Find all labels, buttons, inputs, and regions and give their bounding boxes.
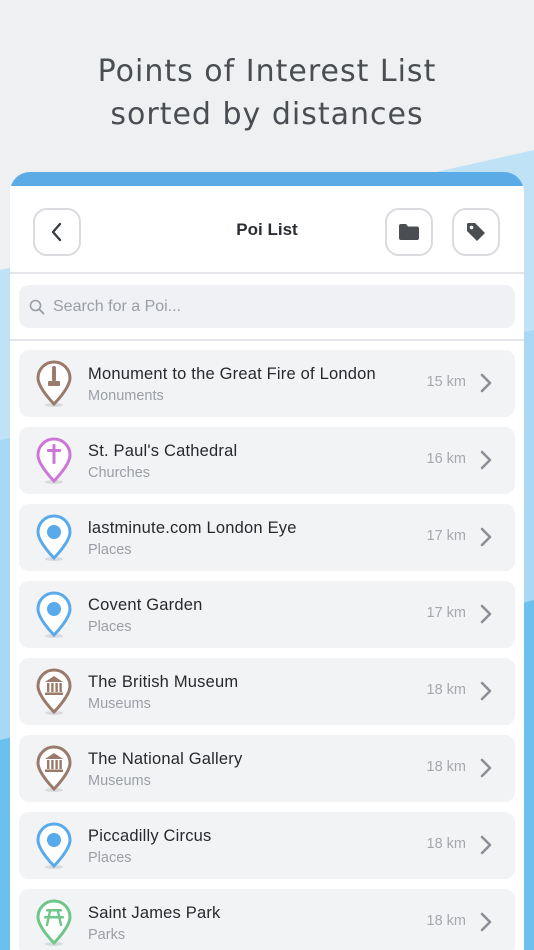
poi-category: Places xyxy=(88,542,132,558)
poi-category: Museums xyxy=(88,696,151,712)
tag-button[interactable] xyxy=(452,208,500,256)
poi-list-item[interactable]: Piccadilly Circus Places 18 km xyxy=(19,812,515,879)
poi-name: lastminute.com London Eye xyxy=(88,519,297,537)
museum-pin-icon xyxy=(36,745,72,792)
status-bar-accent xyxy=(10,172,524,186)
folder-button[interactable] xyxy=(385,208,433,256)
picnic-table-pin-icon xyxy=(36,899,72,946)
back-button[interactable] xyxy=(33,208,81,256)
page-title: Poi List xyxy=(236,220,298,239)
chevron-right-icon xyxy=(480,373,492,393)
place-dot-pin-icon xyxy=(36,822,72,869)
search-input[interactable] xyxy=(53,297,493,316)
chevron-right-icon xyxy=(480,835,492,855)
poi-name: The British Museum xyxy=(88,673,239,691)
cross-pin-icon xyxy=(36,437,72,484)
poi-list: Monument to the Great Fire of London Mon… xyxy=(10,341,524,950)
poi-list-item[interactable]: The British Museum Museums 18 km xyxy=(19,658,515,725)
poi-category: Churches xyxy=(88,465,151,481)
poi-category: Places xyxy=(88,850,132,866)
poi-list-item[interactable]: The National Gallery Museums 18 km xyxy=(19,735,515,802)
poi-category: Parks xyxy=(88,927,126,943)
place-dot-pin-icon xyxy=(36,591,72,638)
search-bar[interactable] xyxy=(19,285,515,328)
poi-distance: 17 km xyxy=(426,528,467,544)
poi-category: Museums xyxy=(88,773,151,789)
poi-distance: 16 km xyxy=(426,451,467,467)
chevron-right-icon xyxy=(480,912,492,932)
chevron-right-icon xyxy=(480,527,492,547)
phone-frame: Poi List Monument to the Gr xyxy=(10,172,524,950)
chevron-right-icon xyxy=(480,681,492,701)
tag-icon xyxy=(467,223,485,241)
chevron-right-icon xyxy=(480,450,492,470)
poi-name: St. Paul's Cathedral xyxy=(88,442,238,460)
poi-distance: 15 km xyxy=(426,374,467,390)
poi-name: Covent Garden xyxy=(88,596,203,614)
poi-distance: 18 km xyxy=(426,836,467,852)
poi-list-item[interactable]: Saint James Park Parks 18 km xyxy=(19,889,515,950)
chevron-right-icon xyxy=(480,758,492,778)
navbar: Poi List xyxy=(10,186,524,274)
folder-icon xyxy=(399,224,419,240)
poi-distance: 18 km xyxy=(426,913,467,929)
search-icon xyxy=(29,299,45,314)
poi-list-item[interactable]: Covent Garden Places 17 km xyxy=(19,581,515,648)
search-section xyxy=(10,274,524,341)
poi-list-item[interactable]: lastminute.com London Eye Places 17 km xyxy=(19,504,515,571)
poi-list-item[interactable]: Monument to the Great Fire of London Mon… xyxy=(19,350,515,417)
chevron-right-icon xyxy=(480,604,492,624)
poi-name: The National Gallery xyxy=(88,750,243,768)
museum-pin-icon xyxy=(36,668,72,715)
poi-category: Monuments xyxy=(88,388,164,404)
headline-line-1: Points of Interest List xyxy=(97,54,437,89)
poi-name: Saint James Park xyxy=(88,904,221,922)
headline-line-2: sorted by distances xyxy=(110,97,424,132)
poi-list-item[interactable]: St. Paul's Cathedral Churches 16 km xyxy=(19,427,515,494)
monument-pin-icon xyxy=(36,360,72,407)
poi-category: Places xyxy=(88,619,132,635)
page-headline: Points of Interest List sorted by distan… xyxy=(0,50,534,136)
poi-distance: 18 km xyxy=(426,759,467,775)
poi-name: Piccadilly Circus xyxy=(88,827,212,845)
poi-name: Monument to the Great Fire of London xyxy=(88,365,376,383)
poi-distance: 18 km xyxy=(426,682,467,698)
place-dot-pin-icon xyxy=(36,514,72,561)
place-dot-icon xyxy=(47,525,61,539)
place-dot-icon xyxy=(47,602,61,616)
chevron-left-icon xyxy=(51,222,62,242)
place-dot-icon xyxy=(47,833,61,847)
poi-distance: 17 km xyxy=(426,605,467,621)
